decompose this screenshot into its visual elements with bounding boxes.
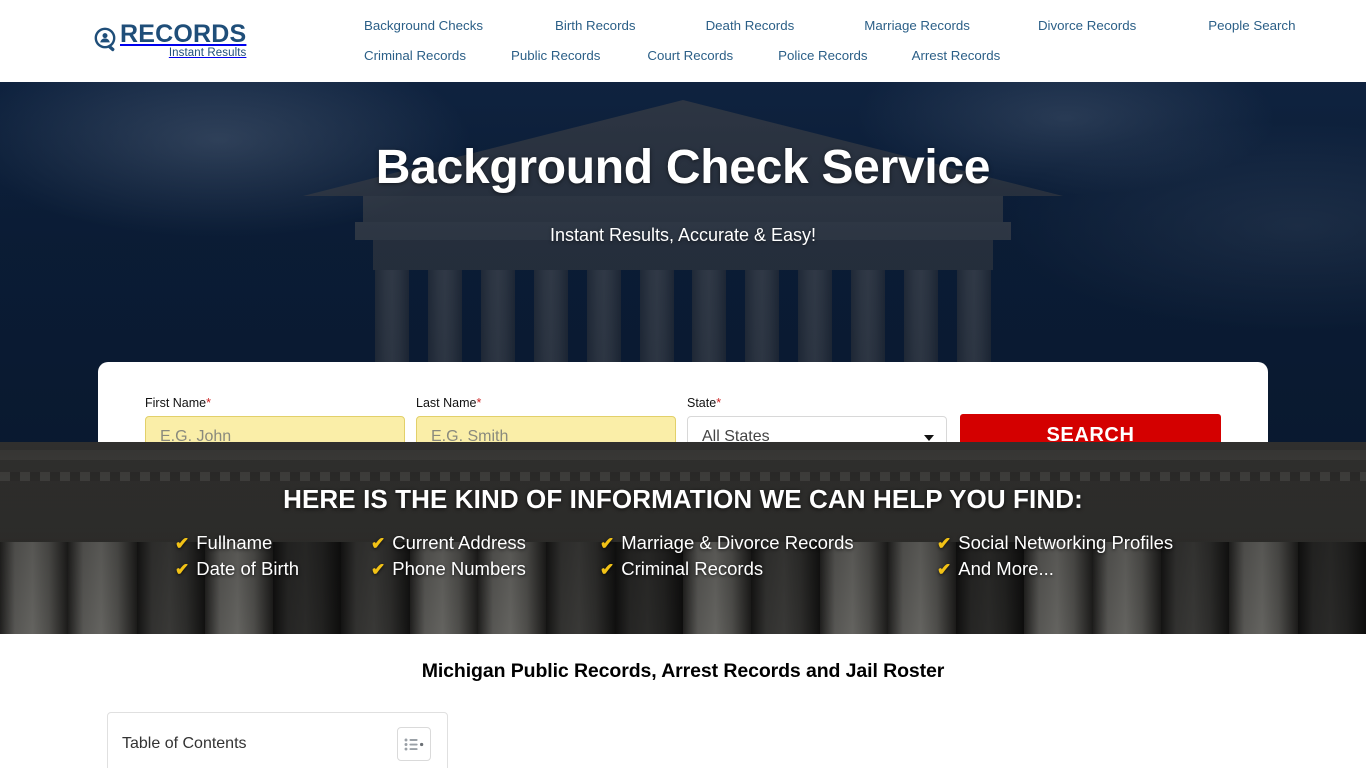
state-field-group: State* All States <box>687 396 947 442</box>
page-title: Background Check Service <box>375 141 991 194</box>
last-name-input[interactable] <box>416 416 676 442</box>
feature-item: ✔ Current Address <box>371 530 526 556</box>
article-title: Michigan Public Records, Arrest Records … <box>421 660 945 682</box>
feature-label: Criminal Records <box>621 558 764 579</box>
feature-item: ✔ Fullname <box>175 530 299 556</box>
nav-item-arrest-records[interactable]: Arrest Records <box>912 48 1001 63</box>
first-name-field-group: First Name* <box>145 396 405 442</box>
feature-label: Phone Numbers <box>392 558 526 579</box>
features-band: HERE IS THE KIND OF INFORMATION WE CAN H… <box>0 442 1366 634</box>
nav-item-background-checks[interactable]: Background Checks <box>364 18 483 33</box>
feature-item: ✔ Marriage & Divorce Records <box>600 530 854 556</box>
feature-label: Social Networking Profiles <box>958 532 1174 553</box>
feature-label: Marriage & Divorce Records <box>621 532 854 553</box>
check-icon: ✔ <box>371 533 386 553</box>
nav-item-police-records[interactable]: Police Records <box>778 48 867 63</box>
state-label: State* <box>687 396 722 410</box>
table-of-contents: Table of Contents 1. Michigan Public Rec… <box>107 712 448 768</box>
check-icon: ✔ <box>175 533 190 553</box>
site-logo[interactable]: RECORDS Instant Results <box>92 22 246 60</box>
primary-nav: Background Checks Birth Records Death Re… <box>352 10 1295 70</box>
features-heading: HERE IS THE KIND OF INFORMATION WE CAN H… <box>283 484 1083 514</box>
feature-label: And More... <box>958 558 1054 579</box>
feature-label: Fullname <box>196 532 273 553</box>
nav-item-people-search[interactable]: People Search <box>1208 18 1295 33</box>
first-name-input[interactable] <box>145 416 405 442</box>
state-select[interactable]: All States <box>687 416 947 442</box>
magnifier-person-icon <box>92 26 122 56</box>
nav-item-birth-records[interactable]: Birth Records <box>555 18 636 33</box>
list-toggle-icon <box>404 738 424 750</box>
last-name-label: Last Name* <box>416 396 482 410</box>
logo-wordmark: RECORDS <box>120 20 247 48</box>
last-name-field-group: Last Name* <box>416 396 676 442</box>
features-list: ✔ Fullname ✔ Date of Birth ✔ Current Add… <box>0 530 1366 590</box>
toc-toggle-button[interactable] <box>397 727 431 761</box>
hero-subtitle: Instant Results, Accurate & Easy! <box>549 225 817 245</box>
nav-row-bottom: Criminal Records Public Records Court Re… <box>352 40 1222 70</box>
features-column-1: ✔ Fullname ✔ Date of Birth <box>175 530 299 582</box>
toc-header: Table of Contents <box>122 727 431 761</box>
feature-item: ✔ Criminal Records <box>600 556 854 582</box>
features-column-3: ✔ Marriage & Divorce Records ✔ Criminal … <box>600 530 854 582</box>
first-name-label: First Name* <box>145 396 211 410</box>
features-column-2: ✔ Current Address ✔ Phone Numbers <box>371 530 526 582</box>
nav-item-criminal-records[interactable]: Criminal Records <box>364 48 466 63</box>
nav-row-top: Background Checks Birth Records Death Re… <box>352 10 1295 40</box>
check-icon: ✔ <box>600 559 615 579</box>
nav-item-death-records[interactable]: Death Records <box>706 18 795 33</box>
feature-label: Date of Birth <box>196 558 300 579</box>
nav-item-marriage-records[interactable]: Marriage Records <box>864 18 970 33</box>
check-icon: ✔ <box>600 533 615 553</box>
logo-tagline: Instant Results <box>168 47 247 59</box>
check-icon: ✔ <box>371 559 386 579</box>
article-section: Michigan Public Records, Arrest Records … <box>0 634 1366 768</box>
check-icon: ✔ <box>175 559 190 579</box>
search-form: First Name* Last Name* State* All States… <box>145 396 1221 442</box>
nav-item-divorce-records[interactable]: Divorce Records <box>1038 18 1136 33</box>
feature-item: ✔ Social Networking Profiles <box>937 530 1173 556</box>
toc-title: Table of Contents <box>122 735 247 752</box>
check-icon: ✔ <box>937 559 952 579</box>
feature-item: ✔ Date of Birth <box>175 556 299 582</box>
check-icon: ✔ <box>937 533 952 553</box>
nav-item-court-records[interactable]: Court Records <box>647 48 733 63</box>
nav-item-public-records[interactable]: Public Records <box>511 48 600 63</box>
search-card: First Name* Last Name* State* All States… <box>98 362 1268 442</box>
feature-item: ✔ And More... <box>937 556 1173 582</box>
site-header: RECORDS Instant Results Background Check… <box>0 0 1366 82</box>
feature-item: ✔ Phone Numbers <box>371 556 526 582</box>
hero-banner: Background Check Service Instant Results… <box>0 82 1366 442</box>
features-column-4: ✔ Social Networking Profiles ✔ And More.… <box>937 530 1173 582</box>
feature-label: Current Address <box>392 532 526 553</box>
search-button[interactable]: SEARCH <box>960 414 1221 442</box>
